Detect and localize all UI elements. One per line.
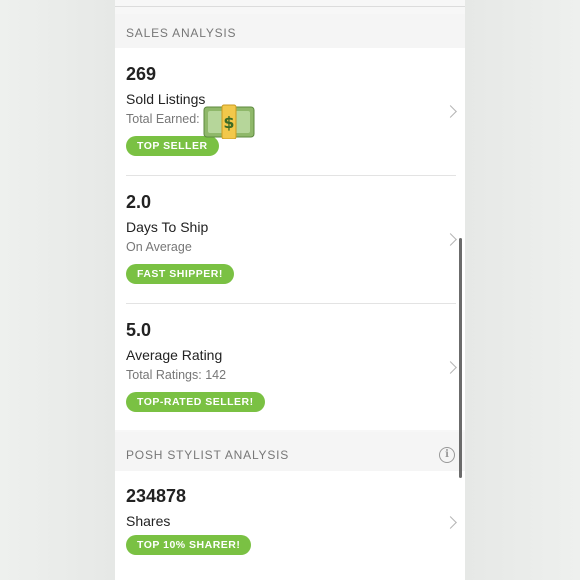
scrollbar[interactable] [459, 238, 462, 478]
stat-value: 269 [126, 64, 157, 84]
posh-stylist-analysis-header: POSH STYLIST ANALYSIS [115, 432, 465, 472]
background-right [465, 0, 580, 580]
info-icon[interactable]: i [439, 447, 455, 463]
svg-text:$: $ [223, 113, 234, 132]
chevron-right-icon [444, 233, 457, 246]
stylist-card: 234878 Shares TOP 10% SHARER! [115, 471, 465, 580]
status-badge: TOP SELLER [126, 136, 219, 156]
stat-title: Average Rating [126, 347, 223, 363]
average-rating-row[interactable]: 5.0 Average Rating Total Ratings: 142 TO… [115, 304, 465, 430]
status-badge: TOP 10% SHARER! [126, 535, 252, 555]
stat-subtitle: Total Earned: [126, 112, 200, 126]
status-badge: FAST SHIPPER! [126, 264, 234, 284]
stat-subtitle: Total Ratings: 142 [126, 368, 227, 382]
chevron-right-icon [444, 361, 457, 374]
days-to-ship-row[interactable]: 2.0 Days To Ship On Average FAST SHIPPER… [115, 176, 465, 303]
stat-value: 5.0 [126, 320, 152, 340]
sales-card: 269 Sold Listings Total Earned: TOP SELL… [115, 48, 465, 430]
chevron-right-icon [444, 105, 457, 118]
stat-subtitle: On Average [126, 240, 192, 254]
stat-title: Shares [126, 513, 171, 529]
stat-value: 234878 [126, 486, 187, 506]
money-with-wings-icon: $ [203, 104, 255, 139]
stats-panel: SALES ANALYSIS 269 Sold Listings Total E… [115, 0, 465, 580]
stat-title: Days To Ship [126, 219, 209, 235]
sold-listings-row[interactable]: 269 Sold Listings Total Earned: TOP SELL… [115, 48, 465, 175]
section-title: SALES ANALYSIS [126, 26, 237, 40]
section-title: POSH STYLIST ANALYSIS [126, 448, 290, 462]
stat-value: 2.0 [126, 192, 152, 212]
status-badge: TOP-RATED SELLER! [126, 392, 265, 412]
stat-title: Sold Listings [126, 91, 206, 107]
background-left [0, 0, 115, 580]
chevron-right-icon [444, 516, 457, 529]
top-divider [115, 6, 465, 7]
shares-row[interactable]: 234878 Shares TOP 10% SHARER! [115, 471, 465, 580]
